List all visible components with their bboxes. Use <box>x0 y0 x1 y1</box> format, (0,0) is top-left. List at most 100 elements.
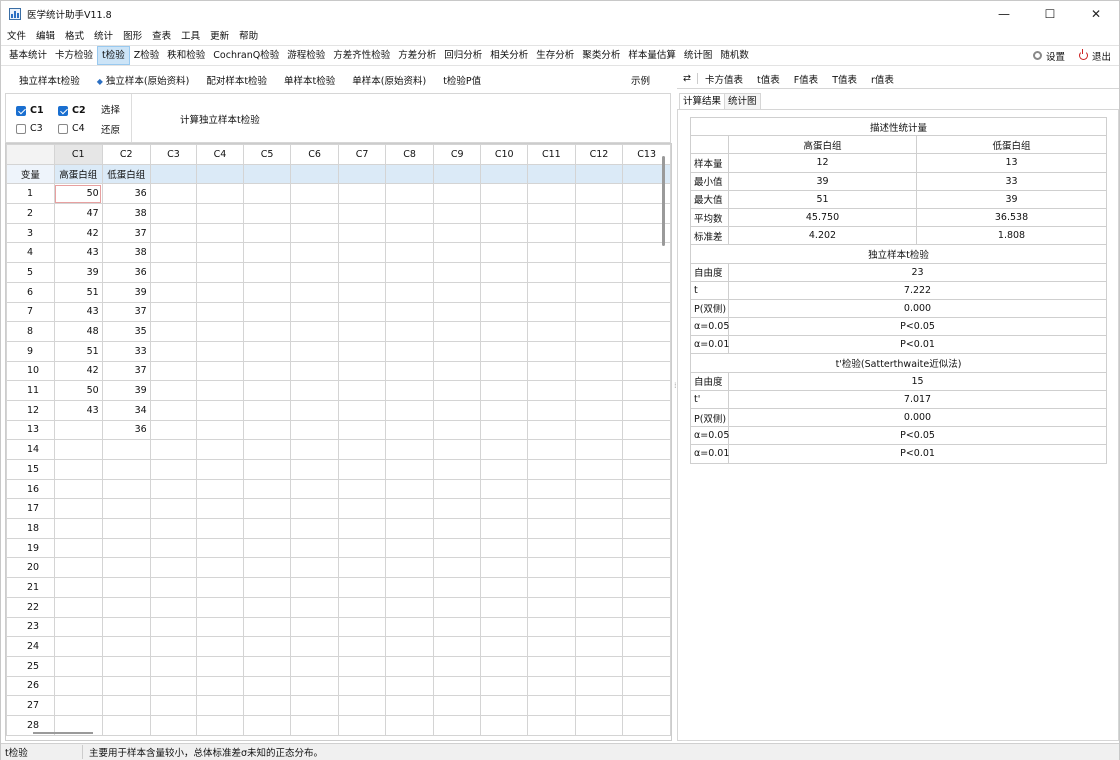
data-cell[interactable] <box>337 714 387 736</box>
data-cell[interactable]: 50 <box>53 380 103 401</box>
data-cell[interactable] <box>480 577 529 598</box>
data-cell[interactable] <box>337 537 387 559</box>
data-cell[interactable] <box>242 577 292 598</box>
data-cell[interactable] <box>337 242 387 264</box>
data-cell[interactable] <box>480 596 529 618</box>
data-cell[interactable] <box>480 714 529 736</box>
data-cell[interactable]: 50 <box>53 183 103 205</box>
data-cell[interactable] <box>527 340 576 362</box>
column-header[interactable]: C5 <box>242 144 292 165</box>
data-cell[interactable] <box>385 596 434 618</box>
data-cell[interactable] <box>622 498 671 520</box>
data-cell[interactable]: 36 <box>101 183 151 205</box>
data-cell[interactable] <box>480 360 529 382</box>
data-cell[interactable] <box>622 321 671 342</box>
menu-item[interactable]: 工具 <box>181 28 200 42</box>
data-cell[interactable] <box>196 321 244 342</box>
data-cell[interactable] <box>432 419 482 441</box>
data-cell[interactable] <box>385 478 434 500</box>
data-cell[interactable] <box>574 478 624 500</box>
toolbar-item[interactable]: 样本量估算 <box>624 46 680 65</box>
menu-item[interactable]: 更新 <box>210 28 229 42</box>
data-cell[interactable] <box>385 183 434 205</box>
data-cell[interactable] <box>290 478 339 500</box>
data-cell[interactable]: 38 <box>101 203 151 224</box>
data-cell[interactable] <box>622 616 671 638</box>
data-cell[interactable] <box>149 655 198 677</box>
data-cell[interactable] <box>101 636 151 657</box>
data-cell[interactable] <box>527 655 576 677</box>
data-cell[interactable] <box>242 321 292 342</box>
data-cell[interactable] <box>53 537 103 559</box>
data-cell[interactable] <box>527 360 576 382</box>
variable-name-cell[interactable] <box>149 163 198 185</box>
data-cell[interactable] <box>622 301 671 323</box>
data-cell[interactable] <box>385 518 434 539</box>
variable-name-cell[interactable] <box>290 163 339 185</box>
data-cell[interactable] <box>527 203 576 224</box>
data-cell[interactable] <box>149 695 198 716</box>
data-cell[interactable] <box>574 222 624 244</box>
data-cell[interactable] <box>574 399 624 421</box>
data-cell[interactable] <box>242 439 292 460</box>
data-cell[interactable] <box>574 183 624 205</box>
data-cell[interactable] <box>574 518 624 539</box>
data-cell[interactable] <box>622 577 671 598</box>
data-cell[interactable] <box>480 399 529 421</box>
data-cell[interactable] <box>622 655 671 677</box>
data-cell[interactable] <box>196 616 244 638</box>
data-cell[interactable] <box>622 439 671 460</box>
data-cell[interactable] <box>622 380 671 401</box>
data-cell[interactable] <box>53 577 103 598</box>
data-cell[interactable] <box>242 419 292 441</box>
data-cell[interactable] <box>574 596 624 618</box>
data-cell[interactable] <box>242 636 292 657</box>
column-header[interactable]: C11 <box>527 144 576 165</box>
data-cell[interactable] <box>574 340 624 362</box>
toolbar-item[interactable]: t检验 <box>97 46 130 65</box>
data-cell[interactable]: 48 <box>53 321 103 342</box>
data-cell[interactable] <box>574 301 624 323</box>
data-cell[interactable] <box>290 183 339 205</box>
data-cell[interactable] <box>527 695 576 716</box>
data-cell[interactable] <box>574 675 624 697</box>
data-cell[interactable] <box>337 616 387 638</box>
data-cell[interactable] <box>149 459 198 480</box>
data-cell[interactable] <box>101 439 151 460</box>
data-cell[interactable] <box>527 459 576 480</box>
data-cell[interactable] <box>196 478 244 500</box>
data-cell[interactable]: 51 <box>53 340 103 362</box>
data-cell[interactable] <box>432 222 482 244</box>
data-cell[interactable] <box>622 360 671 382</box>
data-cell[interactable] <box>101 478 151 500</box>
data-cell[interactable] <box>196 301 244 323</box>
data-cell[interactable] <box>290 222 339 244</box>
data-cell[interactable] <box>480 636 529 657</box>
data-cell[interactable] <box>149 222 198 244</box>
data-cell[interactable] <box>574 360 624 382</box>
data-cell[interactable] <box>149 340 198 362</box>
data-cell[interactable] <box>337 321 387 342</box>
data-cell[interactable] <box>432 714 482 736</box>
data-cell[interactable] <box>290 360 339 382</box>
data-cell[interactable] <box>385 399 434 421</box>
data-cell[interactable]: 37 <box>101 222 151 244</box>
subtab[interactable]: 单样本(原始资料) <box>352 73 426 87</box>
data-cell[interactable] <box>432 321 482 342</box>
result-subtab[interactable]: 统计图 <box>724 93 761 109</box>
data-cell[interactable] <box>149 321 198 342</box>
data-cell[interactable] <box>527 537 576 559</box>
data-cell[interactable] <box>622 596 671 618</box>
data-cell[interactable] <box>53 655 103 677</box>
data-cell[interactable] <box>101 675 151 697</box>
data-cell[interactable] <box>101 537 151 559</box>
data-cell[interactable] <box>196 695 244 716</box>
column-header[interactable]: C7 <box>337 144 387 165</box>
data-cell[interactable] <box>242 537 292 559</box>
data-cell[interactable] <box>385 380 434 401</box>
data-cell[interactable] <box>196 183 244 205</box>
data-cell[interactable]: 36 <box>101 419 151 441</box>
data-cell[interactable] <box>242 242 292 264</box>
data-cell[interactable] <box>53 616 103 638</box>
exit-button[interactable]: 退出 <box>1078 49 1111 63</box>
